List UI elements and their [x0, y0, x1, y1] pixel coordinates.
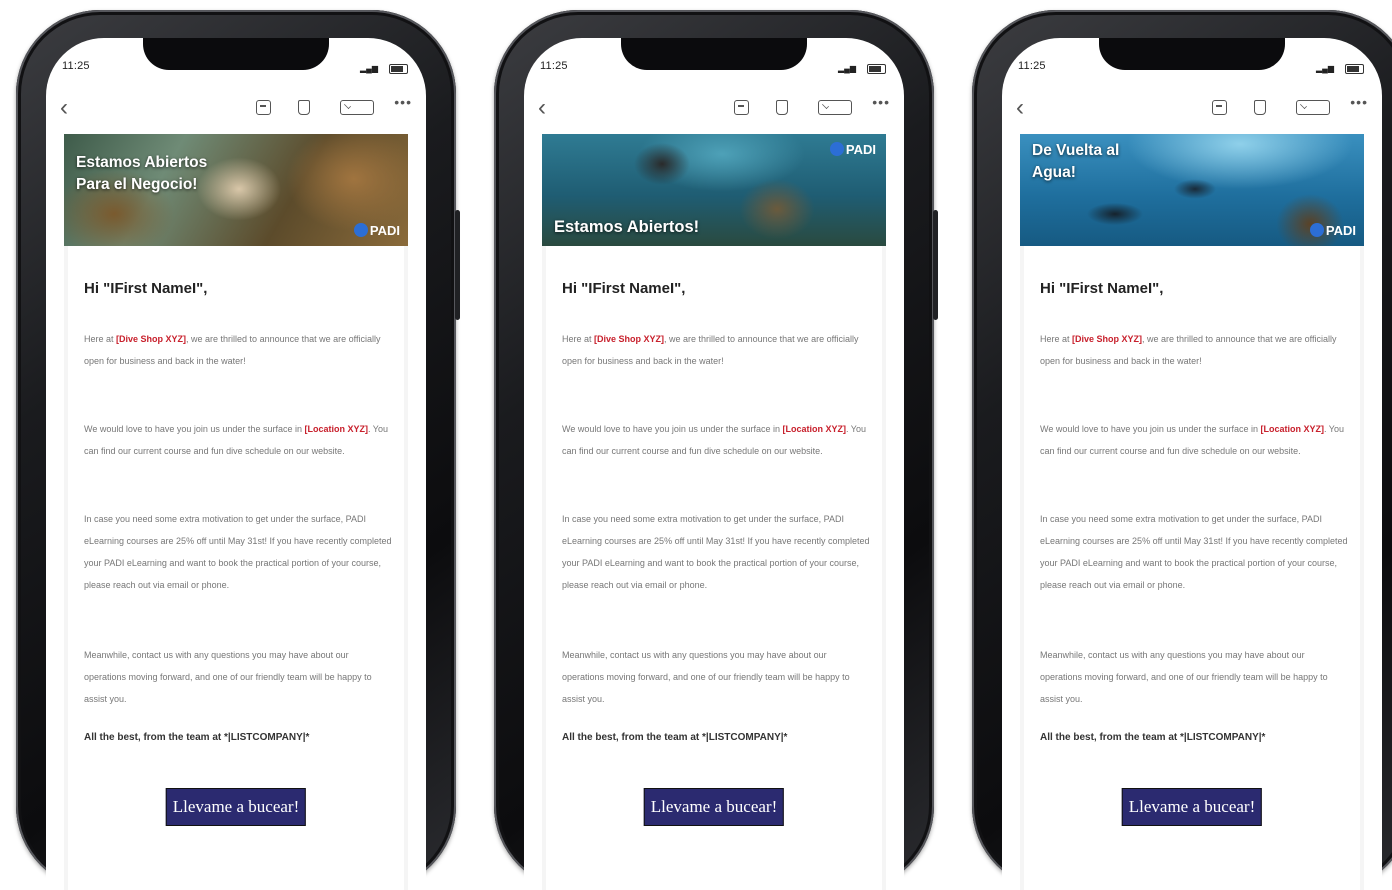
- email-paragraph-2: We would love to have you join us under …: [562, 418, 870, 462]
- trash-icon[interactable]: [1254, 100, 1266, 115]
- phone-side-button: [933, 210, 938, 320]
- cta-button[interactable]: Llevame a bucear!: [1121, 788, 1263, 826]
- phone-notch: [1099, 38, 1285, 70]
- email-banner: De Vuelta al Agua! PADI: [1020, 134, 1364, 246]
- dive-shop-placeholder: [Dive Shop XYZ]: [116, 334, 187, 344]
- paragraph-text: We would love to have you join us under …: [1040, 424, 1261, 434]
- paragraph-text: Here at: [1040, 334, 1073, 344]
- banner-headline: De Vuelta al Agua!: [1032, 142, 1120, 181]
- dive-shop-placeholder: [Dive Shop XYZ]: [594, 334, 665, 344]
- phone-screen: 11:25 ▂▄▆ ‹ ••• De Vuelta al Agua! PADI …: [1002, 38, 1382, 890]
- signal-icon: ▂▄▆: [360, 64, 378, 73]
- phone-screen: 11:25 ▂▄▆ ‹ ••• Estamos Abiertos Para el…: [46, 38, 426, 890]
- more-icon[interactable]: •••: [394, 94, 412, 110]
- phone-side-button: [455, 210, 460, 320]
- email-signature: All the best, from the team at *|LISTCOM…: [1040, 732, 1266, 743]
- email-paragraph-3: In case you need some extra motivation t…: [1040, 514, 1348, 590]
- cta-button[interactable]: Llevame a bucear!: [643, 788, 785, 826]
- paragraph-text: Here at: [562, 334, 595, 344]
- email-content: Estamos Abiertos! PADI Hi "IFirst NameI"…: [542, 134, 886, 890]
- mail-toolbar: ‹ •••: [1002, 94, 1382, 126]
- back-icon[interactable]: ‹: [538, 94, 546, 122]
- email-paragraph-3: In case you need some extra motivation t…: [84, 514, 392, 590]
- padi-logo: PADI: [354, 223, 400, 238]
- email-paragraph-4: Meanwhile, contact us with any questions…: [1040, 650, 1328, 704]
- back-icon[interactable]: ‹: [1016, 94, 1024, 122]
- paragraph-text: Here at: [84, 334, 117, 344]
- dive-shop-placeholder: [Dive Shop XYZ]: [1072, 334, 1143, 344]
- banner-headline: Estamos Abiertos!: [554, 218, 700, 236]
- location-placeholder: [Location XYZ]: [1260, 424, 1324, 434]
- battery-icon: [389, 64, 408, 74]
- mail-toolbar: ‹ •••: [46, 94, 426, 126]
- phone-notch: [143, 38, 329, 70]
- phone-mockup: 11:25 ▂▄▆ ‹ ••• De Vuelta al Agua! PADI …: [972, 10, 1392, 890]
- more-icon[interactable]: •••: [872, 94, 890, 110]
- email-paragraph-1: Here at [Dive Shop XYZ], we are thrilled…: [84, 328, 392, 372]
- email-content: De Vuelta al Agua! PADI Hi "IFirst NameI…: [1020, 134, 1364, 890]
- email-paragraph-1: Here at [Dive Shop XYZ], we are thrilled…: [562, 328, 870, 372]
- trash-icon[interactable]: [776, 100, 788, 115]
- archive-icon[interactable]: [1212, 100, 1227, 115]
- mail-toolbar: ‹ •••: [524, 94, 904, 126]
- location-placeholder: [Location XYZ]: [304, 424, 368, 434]
- email-paragraph-4: Meanwhile, contact us with any questions…: [84, 650, 372, 704]
- back-icon[interactable]: ‹: [60, 94, 68, 122]
- email-signature: All the best, from the team at *|LISTCOM…: [84, 732, 310, 743]
- email-banner: Estamos Abiertos Para el Negocio! PADI: [64, 134, 408, 246]
- paragraph-text: We would love to have you join us under …: [562, 424, 783, 434]
- padi-logo: PADI: [1310, 223, 1356, 238]
- mail-icon[interactable]: [340, 100, 374, 115]
- phone-notch: [621, 38, 807, 70]
- battery-icon: [1345, 64, 1364, 74]
- archive-icon[interactable]: [734, 100, 749, 115]
- mail-icon[interactable]: [818, 100, 852, 115]
- email-paragraph-4: Meanwhile, contact us with any questions…: [562, 650, 850, 704]
- email-content: Estamos Abiertos Para el Negocio! PADI H…: [64, 134, 408, 890]
- phone-screen: 11:25 ▂▄▆ ‹ ••• Estamos Abiertos! PADI H…: [524, 38, 904, 890]
- archive-icon[interactable]: [256, 100, 271, 115]
- location-placeholder: [Location XYZ]: [782, 424, 846, 434]
- email-greeting: Hi "IFirst NameI",: [1040, 280, 1164, 297]
- email-paragraph-2: We would love to have you join us under …: [84, 418, 392, 462]
- email-greeting: Hi "IFirst NameI",: [84, 280, 208, 297]
- padi-logo: PADI: [830, 142, 876, 157]
- email-greeting: Hi "IFirst NameI",: [562, 280, 686, 297]
- more-icon[interactable]: •••: [1350, 94, 1368, 110]
- battery-icon: [867, 64, 886, 74]
- email-paragraph-2: We would love to have you join us under …: [1040, 418, 1348, 462]
- phone-mockup: 11:25 ▂▄▆ ‹ ••• Estamos Abiertos! PADI H…: [494, 10, 938, 890]
- paragraph-text: We would love to have you join us under …: [84, 424, 305, 434]
- email-signature: All the best, from the team at *|LISTCOM…: [562, 732, 788, 743]
- status-time: 11:25: [540, 60, 568, 72]
- status-time: 11:25: [62, 60, 90, 72]
- trash-icon[interactable]: [298, 100, 310, 115]
- cta-button[interactable]: Llevame a bucear!: [165, 788, 307, 826]
- banner-headline: Estamos Abiertos Para el Negocio!: [76, 154, 208, 193]
- email-paragraph-3: In case you need some extra motivation t…: [562, 514, 870, 590]
- email-paragraph-1: Here at [Dive Shop XYZ], we are thrilled…: [1040, 328, 1348, 372]
- mail-icon[interactable]: [1296, 100, 1330, 115]
- signal-icon: ▂▄▆: [838, 64, 856, 73]
- email-banner: Estamos Abiertos! PADI: [542, 134, 886, 246]
- phone-mockup: 11:25 ▂▄▆ ‹ ••• Estamos Abiertos Para el…: [16, 10, 460, 890]
- status-time: 11:25: [1018, 60, 1046, 72]
- signal-icon: ▂▄▆: [1316, 64, 1334, 73]
